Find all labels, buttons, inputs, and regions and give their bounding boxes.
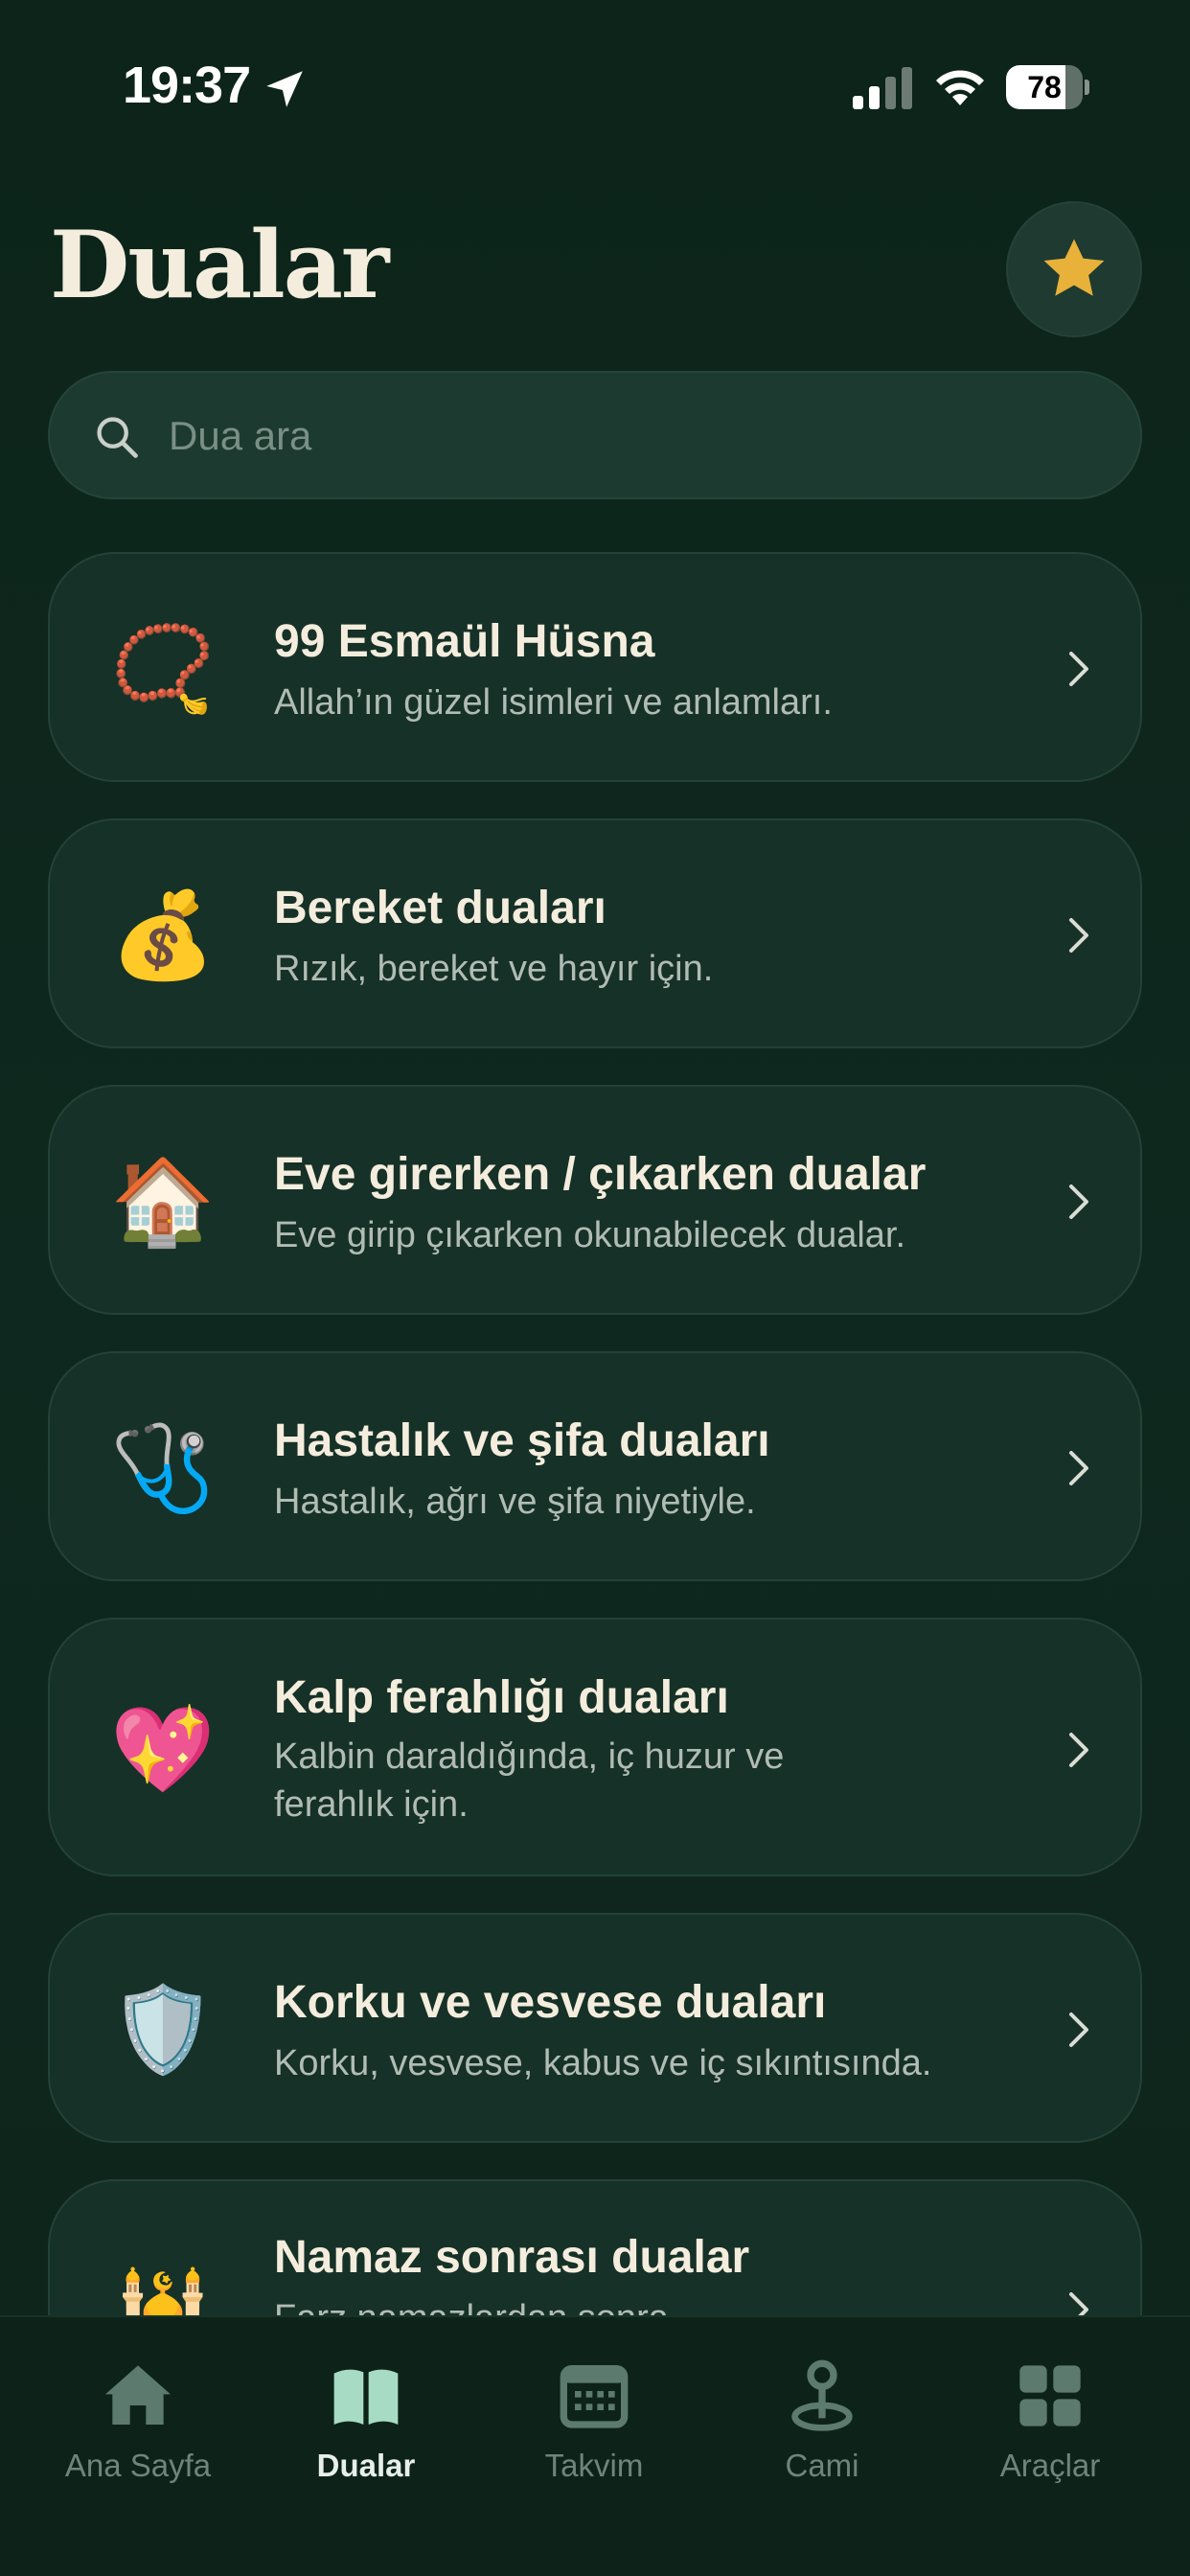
category-subtitle: Allah’ın güzel isimleri ve anlamları. xyxy=(274,682,833,723)
star-icon xyxy=(1043,239,1105,296)
calendar-icon xyxy=(560,2365,629,2428)
category-subtitle: Rızık, bereket ve hayır için. xyxy=(274,949,714,989)
cellular-signal-icon xyxy=(853,67,912,109)
chevron-right-icon xyxy=(1069,1451,1088,1485)
category-title: Korku ve vesvese duaları xyxy=(274,1977,827,2028)
category-subtitle: Kalbin daraldığında, iç huzur ve ferahlı… xyxy=(274,1736,785,1825)
category-subtitle: Eve girip çıkarken okunabilecek dualar. xyxy=(274,1215,906,1255)
category-title: 99 Esmaül Hüsna xyxy=(274,616,655,667)
tab-label: Araçlar xyxy=(999,2448,1101,2483)
tab-cami[interactable]: Cami xyxy=(726,2336,918,2528)
chevron-right-icon xyxy=(1069,1184,1088,1219)
category-subtitle: Hastalık, ağrı ve şifa niyetiyle. xyxy=(274,1482,756,1522)
wifi-icon xyxy=(936,70,984,105)
category-card-eve-girerken[interactable]: 🏠 Eve girerken / çıkarken dualar Eve gir… xyxy=(48,1085,1142,1315)
category-card-korku-vesvese[interactable]: 🛡️ Korku ve vesvese duaları Korku, vesve… xyxy=(48,1913,1142,2143)
shield-icon: 🛡️ xyxy=(110,1980,216,2079)
book-icon xyxy=(333,2369,399,2425)
status-time: 19:37 xyxy=(123,57,251,114)
search-input[interactable] xyxy=(169,402,1108,471)
search-bar[interactable] xyxy=(48,371,1142,499)
tab-label: Ana Sayfa xyxy=(64,2448,212,2483)
category-title: Hastalık ve şifa duaları xyxy=(274,1415,770,1466)
category-card-hastalik-sifa[interactable]: 🩺 Hastalık ve şifa duaları Hastalık, ağr… xyxy=(48,1351,1142,1581)
page-title: Dualar xyxy=(50,211,389,319)
category-card-bereket[interactable]: 💰 Bereket duaları Rızık, bereket ve hayı… xyxy=(48,818,1142,1048)
grid-icon xyxy=(1019,2365,1081,2426)
chevron-right-icon xyxy=(1069,918,1088,953)
stethoscope-icon: 🩺 xyxy=(110,1418,216,1517)
chevron-right-icon xyxy=(1069,2012,1088,2047)
house-icon: 🏠 xyxy=(110,1152,216,1251)
dualar-screen: 19:37 78 Dualar Dua ara 📿 99 Esmaül Hüsn… xyxy=(0,0,1190,2576)
chevron-right-icon xyxy=(1069,1733,1088,1767)
chevron-right-icon xyxy=(1069,652,1088,686)
tab-ana-sayfa[interactable]: Ana Sayfa xyxy=(42,2336,234,2528)
location-pin-icon xyxy=(791,2359,853,2431)
battery-indicator: 78 xyxy=(1006,65,1089,109)
category-title: Eve girerken / çıkarken dualar xyxy=(274,1149,927,1200)
money-bag-icon: 💰 xyxy=(110,886,216,984)
prayer-beads-icon: 📿 xyxy=(110,619,216,718)
category-card-esmaul-husna[interactable]: 📿 99 Esmaül Hüsna Allah’ın güzel isimler… xyxy=(48,552,1142,782)
sparkling-heart-icon: 💖 xyxy=(110,1700,216,1799)
category-title: Kalp ferahlığı duaları xyxy=(274,1672,729,1723)
status-bar: 19:37 78 xyxy=(0,0,1190,172)
favorites-button[interactable] xyxy=(1006,201,1142,337)
tab-label: Takvim xyxy=(544,2448,644,2483)
home-icon xyxy=(105,2365,171,2425)
category-card-kalp-ferahligi[interactable]: 💖 Kalp ferahlığı duaları Kalbin daraldığ… xyxy=(48,1618,1142,1876)
tab-label: Cami xyxy=(785,2448,859,2483)
category-title: Bereket duaları xyxy=(274,883,606,933)
tab-dualar[interactable]: Dualar xyxy=(270,2336,462,2528)
search-icon xyxy=(97,417,138,458)
tab-label: Dualar xyxy=(316,2448,416,2483)
tab-araclar[interactable]: Araçlar xyxy=(954,2336,1146,2528)
tab-takvim[interactable]: Takvim xyxy=(498,2336,690,2528)
tab-bar: Ana Sayfa Dualar Takvim Cami Araçlar xyxy=(0,2315,1190,2576)
battery-percentage: 78 xyxy=(1027,69,1062,104)
category-title: Namaz sonrası dualar xyxy=(274,2232,750,2283)
location-arrow-icon xyxy=(266,71,303,107)
category-subtitle: Korku, vesvese, kabus ve iç sıkıntısında… xyxy=(274,2043,932,2083)
